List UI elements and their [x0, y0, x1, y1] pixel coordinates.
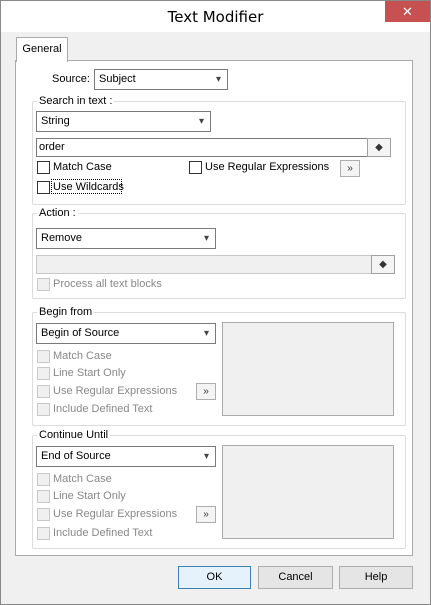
- begin-preview-box: [222, 322, 394, 416]
- continue-use-regex-label: Use Regular Expressions: [53, 508, 178, 520]
- search-match-case-label: Match Case: [53, 161, 112, 173]
- chevron-down-icon: ▾: [203, 451, 210, 462]
- help-button[interactable]: Help: [339, 566, 413, 589]
- action-group-title: Action :: [37, 207, 78, 219]
- search-regex-more-button[interactable]: »: [340, 160, 360, 177]
- continue-select-value: End of Source: [41, 450, 111, 462]
- action-select[interactable]: Remove ▾: [36, 228, 216, 249]
- continue-regex-more-button[interactable]: »: [196, 506, 216, 523]
- search-match-case-checkbox[interactable]: [37, 161, 50, 174]
- continue-match-case-label: Match Case: [53, 473, 112, 485]
- continue-include-defined-label: Include Defined Text: [53, 527, 153, 539]
- continue-group-title: Continue Until: [37, 429, 111, 441]
- chevron-down-icon: ▾: [198, 116, 205, 127]
- picker-icon: ◆: [375, 142, 383, 153]
- begin-select[interactable]: Begin of Source ▾: [36, 323, 216, 344]
- double-chevron-right-icon: »: [203, 386, 209, 397]
- search-group-title: Search in text :: [37, 95, 115, 107]
- begin-select-value: Begin of Source: [41, 327, 120, 339]
- begin-include-defined-checkbox[interactable]: [37, 403, 50, 416]
- continue-include-defined-checkbox[interactable]: [37, 527, 50, 540]
- source-select[interactable]: Subject ▾: [94, 69, 228, 90]
- tab-general[interactable]: General: [16, 37, 68, 62]
- continue-use-regex-checkbox[interactable]: [37, 508, 50, 521]
- continue-preview-box: [222, 445, 394, 539]
- search-use-wildcards-checkbox[interactable]: [37, 181, 50, 194]
- begin-group-title: Begin from: [37, 306, 95, 318]
- action-text-input[interactable]: [36, 255, 372, 274]
- chevron-down-icon: ▾: [203, 233, 210, 244]
- begin-line-start-label: Line Start Only: [53, 367, 126, 379]
- chevron-down-icon: ▾: [215, 74, 222, 85]
- double-chevron-right-icon: »: [347, 163, 353, 174]
- continue-line-start-checkbox[interactable]: [37, 490, 50, 503]
- process-all-checkbox[interactable]: [37, 278, 50, 291]
- close-button[interactable]: ✕: [385, 1, 430, 22]
- double-chevron-right-icon: »: [203, 509, 209, 520]
- search-type-select[interactable]: String ▾: [36, 111, 211, 132]
- ok-button[interactable]: OK: [178, 566, 251, 589]
- begin-match-case-label: Match Case: [53, 350, 112, 362]
- search-use-regex-label: Use Regular Expressions: [205, 161, 330, 173]
- action-select-value: Remove: [41, 232, 82, 244]
- action-picker-button[interactable]: ◆: [371, 255, 395, 274]
- text-modifier-dialog: Text Modifier ✕ General Source: Subject …: [0, 0, 431, 605]
- begin-include-defined-label: Include Defined Text: [53, 403, 153, 415]
- begin-match-case-checkbox[interactable]: [37, 350, 50, 363]
- begin-use-regex-label: Use Regular Expressions: [53, 385, 178, 397]
- general-tab-panel: Source: Subject ▾ Search in text : Strin…: [15, 60, 413, 556]
- cancel-button[interactable]: Cancel: [258, 566, 333, 589]
- continue-select[interactable]: End of Source ▾: [36, 446, 216, 467]
- search-use-wildcards-label: Use Wildcards: [53, 181, 124, 193]
- window-title: Text Modifier: [167, 8, 264, 26]
- search-picker-button[interactable]: ◆: [367, 138, 391, 157]
- begin-regex-more-button[interactable]: »: [196, 383, 216, 400]
- source-label: Source:: [52, 73, 90, 85]
- process-all-label: Process all text blocks: [53, 278, 162, 290]
- search-use-regex-checkbox[interactable]: [189, 161, 202, 174]
- search-type-value: String: [41, 115, 70, 127]
- begin-use-regex-checkbox[interactable]: [37, 385, 50, 398]
- begin-line-start-checkbox[interactable]: [37, 367, 50, 380]
- search-text-input[interactable]: order: [36, 138, 368, 157]
- continue-line-start-label: Line Start Only: [53, 490, 126, 502]
- continue-match-case-checkbox[interactable]: [37, 473, 50, 486]
- chevron-down-icon: ▾: [203, 328, 210, 339]
- title-bar[interactable]: Text Modifier ✕: [1, 1, 430, 32]
- source-select-value: Subject: [99, 73, 136, 85]
- picker-icon: ◆: [379, 259, 387, 270]
